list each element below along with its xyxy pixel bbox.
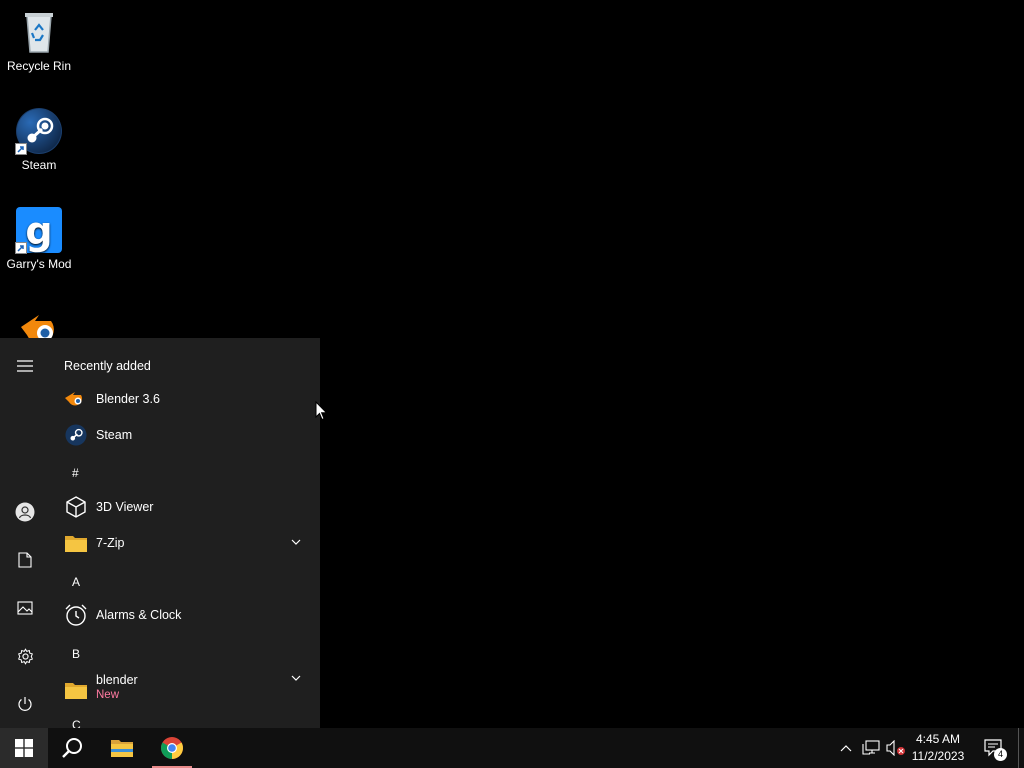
folder-icon <box>63 678 89 702</box>
section-title-recently-added: Recently added <box>64 359 151 373</box>
desktop-icon-label: Steam <box>21 158 57 172</box>
volume-muted-icon <box>886 740 905 756</box>
show-desktop-button[interactable] <box>1018 728 1024 768</box>
app-label: Alarms & Clock <box>96 608 182 622</box>
show-hidden-icons-button[interactable] <box>836 728 856 768</box>
new-badge: New <box>96 689 120 701</box>
chrome-icon <box>161 737 183 759</box>
chrome-button[interactable] <box>148 728 196 768</box>
app-item-blender-3-6[interactable]: Blender 3.6 <box>50 382 320 416</box>
network-button[interactable] <box>860 728 882 768</box>
file-explorer-icon <box>111 740 133 757</box>
pictures-icon <box>17 601 33 615</box>
user-account-button[interactable] <box>0 492 50 532</box>
search-icon <box>62 738 82 758</box>
folder-icon <box>63 531 89 555</box>
desktop-icon-steam[interactable]: Steam <box>4 107 74 172</box>
taskbar: 4:45 AM 11/2/2023 4 <box>0 728 1024 768</box>
action-center-button[interactable]: 4 <box>978 728 1008 768</box>
chevron-down-icon[interactable] <box>290 672 302 684</box>
volume-button[interactable] <box>884 728 908 768</box>
clock-date: 11/2/2023 <box>911 749 965 763</box>
group-header-b[interactable]: B <box>72 647 80 661</box>
app-item-7-zip[interactable]: 7-Zip <box>50 526 320 560</box>
svg-text:g: g <box>25 209 52 253</box>
taskbar-clock[interactable]: 4:45 AM 11/2/2023 <box>906 731 970 765</box>
power-icon <box>18 697 32 711</box>
expand-menu-button[interactable] <box>0 346 50 386</box>
shortcut-arrow-icon <box>15 242 27 254</box>
app-label: Blender 3.6 <box>96 392 160 406</box>
all-apps-list[interactable]: Recently added Blender 3.6 Steam # 3D Vi… <box>50 338 320 728</box>
desktop-icon-recycle-bin[interactable]: Recycle Rin <box>4 8 74 73</box>
shortcut-arrow-icon <box>15 143 27 155</box>
app-item-blender-folder[interactable]: blender New <box>50 670 320 710</box>
garrys-mod-icon: g <box>15 206 63 254</box>
app-label: 7-Zip <box>96 536 125 550</box>
clock-time: 4:45 AM <box>915 732 961 746</box>
documents-icon <box>18 552 32 568</box>
desktop-icon-garrys-mod[interactable]: g Garry's Mod <box>4 206 74 271</box>
blender-icon <box>63 387 89 411</box>
start-button[interactable] <box>0 728 48 768</box>
chevron-down-icon[interactable] <box>290 536 302 548</box>
group-header-a[interactable]: A <box>72 575 80 589</box>
desktop-icon-label: Recycle Rin <box>6 59 72 73</box>
steam-icon <box>63 423 89 447</box>
app-label: blender <box>96 673 138 687</box>
app-item-alarms-clock[interactable]: Alarms & Clock <box>50 598 320 632</box>
mouse-cursor <box>315 400 328 426</box>
settings-icon <box>17 647 33 665</box>
network-icon <box>862 740 880 755</box>
documents-button[interactable] <box>0 540 50 580</box>
alarm-clock-icon <box>63 603 89 627</box>
app-item-steam[interactable]: Steam <box>50 418 320 452</box>
windows-start-icon <box>15 739 33 757</box>
power-button[interactable] <box>0 684 50 724</box>
search-button[interactable] <box>48 728 96 768</box>
desktop-icon-label: Garry's Mod <box>6 257 72 271</box>
start-menu-rail <box>0 338 50 728</box>
app-label: Steam <box>96 428 133 442</box>
cube-icon <box>63 495 89 519</box>
group-header-hash[interactable]: # <box>72 466 79 480</box>
chevron-up-icon <box>840 745 852 752</box>
settings-button[interactable] <box>0 636 50 676</box>
group-header-c[interactable]: C <box>72 718 81 728</box>
steam-icon <box>15 107 63 155</box>
menu-icon <box>17 360 33 372</box>
user-icon <box>15 502 35 522</box>
app-item-3d-viewer[interactable]: 3D Viewer <box>50 490 320 524</box>
notification-count-badge: 4 <box>994 748 1007 761</box>
recycle-bin-icon <box>15 8 63 56</box>
app-label: 3D Viewer <box>96 500 154 514</box>
start-menu: Recently added Blender 3.6 Steam # 3D Vi… <box>0 338 320 728</box>
pictures-button[interactable] <box>0 588 50 628</box>
file-explorer-button[interactable] <box>98 728 146 768</box>
